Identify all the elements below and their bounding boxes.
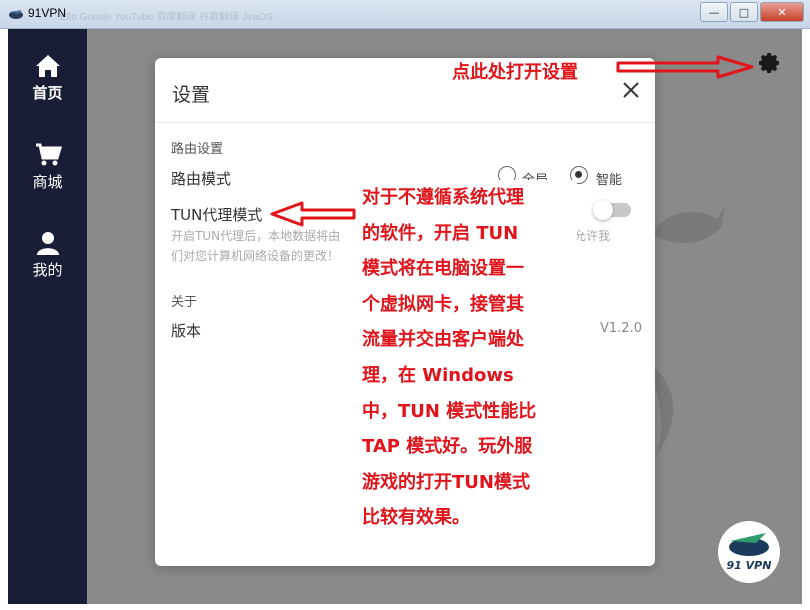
about-section-label: 关于 xyxy=(171,295,198,310)
annotation-line: 流量并交由客户端处 xyxy=(362,329,524,351)
close-icon[interactable] xyxy=(621,80,641,100)
close-window-button[interactable]: ✕ xyxy=(760,2,804,22)
annotation-line: 对于不遵循系统代理 xyxy=(362,187,524,208)
sidebar-item-shop[interactable]: 商城 xyxy=(8,142,87,192)
annotation-line: 中，TUN 模式性能比 xyxy=(362,400,537,422)
home-icon xyxy=(35,55,60,77)
sidebar-item-label: 首页 xyxy=(32,84,63,102)
sidebar: 首页 商城 我的 xyxy=(8,29,87,604)
version-label: 版本 xyxy=(171,322,202,340)
annotation-line: 游戏的打开TUN模式 xyxy=(362,471,530,493)
sidebar-item-label: 我的 xyxy=(32,261,63,279)
annotation-line: 个虚拟网卡，接管其 xyxy=(362,293,524,315)
arrow-left-icon xyxy=(270,201,356,227)
arrow-right-icon xyxy=(616,55,754,79)
maximize-button[interactable]: □ xyxy=(730,2,758,22)
faint-background-tabs: Ello Google YouTube 百度翻译 谷歌翻译 JiraOS ... xyxy=(60,12,284,20)
app-logo-icon xyxy=(9,10,23,19)
sidebar-item-me[interactable]: 我的 xyxy=(8,230,87,280)
cart-icon xyxy=(35,143,62,166)
route-section-label: 路由设置 xyxy=(171,142,224,157)
tun-mode-label: TUN代理模式 xyxy=(171,206,263,224)
minimize-button[interactable]: — xyxy=(700,2,728,22)
annotation-line: 比较有效果。 xyxy=(362,507,470,529)
route-mode-label: 路由模式 xyxy=(171,170,232,188)
route-smart-label: 智能 xyxy=(596,173,623,188)
91vpn-logo-badge: 91 VPN xyxy=(718,521,780,583)
open-settings-annotation: 点此处打开设置 xyxy=(452,62,578,83)
tun-explanation-annotation: 对于不遵循系统代理 的软件，开启 TUN 模式将在电脑设置一 个虚拟网卡，接管其… xyxy=(362,180,577,536)
annotation-line: 理，在 Windows xyxy=(362,364,514,386)
sidebar-item-label: 商城 xyxy=(32,173,63,191)
modal-title: 设置 xyxy=(172,84,211,106)
tun-mode-toggle[interactable] xyxy=(593,200,631,220)
logo-text: 91 VPN xyxy=(726,559,772,572)
background-whale-graphic xyxy=(652,207,725,243)
version-value: V1.2.0 xyxy=(600,321,642,336)
user-icon xyxy=(36,232,59,255)
modal-divider xyxy=(155,122,655,123)
plane-globe-icon xyxy=(729,533,769,556)
annotation-line: 的软件，开启 TUN xyxy=(362,222,519,244)
window-titlebar: 91VPN Ello Google YouTube 百度翻译 谷歌翻译 Jira… xyxy=(0,0,810,29)
toggle-knob xyxy=(593,200,613,220)
window-controls: — □ ✕ xyxy=(698,2,804,22)
settings-gear-icon[interactable] xyxy=(758,51,782,75)
sidebar-item-home[interactable]: 首页 xyxy=(8,53,87,103)
annotation-line: TAP 模式好。玩外服 xyxy=(362,436,533,458)
annotation-line: 模式将在电脑设置一 xyxy=(362,258,524,280)
